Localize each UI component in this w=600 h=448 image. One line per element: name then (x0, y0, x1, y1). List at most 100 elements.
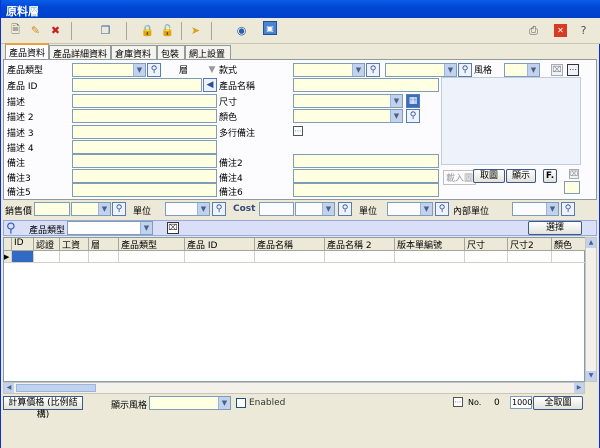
scroll-left-icon[interactable]: ◀ (4, 383, 14, 393)
column-header[interactable]: 尺寸2 (508, 238, 552, 251)
filter-category-select[interactable]: ▼ (67, 221, 153, 235)
chevron-down-icon[interactable]: ▼ (197, 203, 209, 215)
sale-price-field[interactable] (34, 202, 70, 216)
unit-select[interactable]: ▼ (165, 202, 210, 216)
size-select[interactable]: ▼ (293, 94, 403, 108)
vertical-scrollbar[interactable]: ▲ ▼ (585, 237, 597, 382)
record-nav-icon[interactable]: ⋯ (453, 397, 463, 407)
desc2-field[interactable] (72, 109, 217, 123)
scroll-down-icon[interactable]: ▼ (586, 371, 596, 381)
scroll-right-icon[interactable]: ▶ (574, 383, 584, 393)
style-variant-select[interactable]: ▼ (385, 63, 457, 77)
chevron-down-icon[interactable]: ▼ (98, 203, 110, 215)
chevron-down-icon[interactable]: ▼ (140, 222, 152, 234)
remark5-field[interactable] (72, 183, 217, 197)
chevron-down-icon[interactable]: ▼ (390, 95, 402, 107)
tab-product-details[interactable]: 產品詳細資料 (49, 45, 111, 60)
layer-dropdown-icon[interactable]: ▼ (205, 64, 219, 78)
chevron-down-icon[interactable]: ▼ (218, 397, 230, 409)
tab-warehouse[interactable]: 倉庫資料 (111, 45, 157, 60)
cost-currency-select[interactable]: ▼ (295, 202, 335, 216)
lock-icon[interactable]: 🔒 (139, 22, 156, 39)
desc3-field[interactable] (72, 125, 217, 139)
product-id-field[interactable] (72, 78, 202, 92)
remark4-field[interactable] (293, 169, 439, 183)
close-record-icon[interactable]: ✕ (554, 24, 567, 37)
column-header[interactable]: 工資 (60, 238, 89, 251)
all-images-button[interactable]: 全取圖 (533, 396, 583, 410)
table-cell[interactable] (255, 251, 325, 263)
unit2-select[interactable]: ▼ (387, 202, 433, 216)
column-header[interactable]: 顏色 (552, 238, 586, 251)
unit-search-icon[interactable]: ⚲ (212, 202, 226, 216)
table-cell[interactable] (34, 251, 60, 263)
table-cell-selected[interactable] (12, 251, 34, 263)
cost-field[interactable] (259, 202, 294, 216)
column-header[interactable]: 產品類型 (119, 238, 185, 251)
sale-price-currency-select[interactable]: ▼ (71, 202, 111, 216)
remark2-field[interactable] (293, 154, 439, 168)
color-search-icon[interactable]: ⚲ (406, 109, 420, 123)
more-style-icon[interactable]: ⋯ (567, 64, 579, 76)
column-header[interactable]: 產品 ID (185, 238, 255, 251)
product-id-back-icon[interactable]: ◀ (203, 78, 217, 92)
table-cell[interactable] (325, 251, 395, 263)
chevron-down-icon[interactable]: ▼ (420, 203, 432, 215)
tab-product-info[interactable]: 產品資料 (5, 43, 49, 60)
table-cell[interactable] (185, 251, 255, 263)
table-cell[interactable] (465, 251, 508, 263)
table-cell[interactable] (60, 251, 89, 263)
clear-style-icon[interactable]: ⌧ (551, 64, 563, 76)
multiline-remark-edit-icon[interactable]: ⋯ (293, 126, 303, 136)
help-icon[interactable]: ? (575, 22, 592, 39)
internal-unit-select[interactable]: ▼ (512, 202, 559, 216)
calc-price-button[interactable]: 計算價格 (比例結構) (3, 396, 83, 420)
image-clear-icon[interactable]: ⌧ (569, 169, 579, 179)
tab-online-settings[interactable]: 網上設置 (185, 45, 231, 60)
save-icon[interactable]: ◉ (233, 22, 250, 39)
column-header[interactable]: 產品名稱 2 (325, 238, 395, 251)
column-header[interactable]: 尺寸 (465, 238, 508, 251)
tab-packaging[interactable]: 包裝 (157, 45, 185, 60)
chevron-down-icon[interactable]: ▼ (390, 110, 402, 122)
image-f-button[interactable]: F. (543, 169, 557, 183)
table-cell[interactable] (89, 251, 119, 263)
print-icon[interactable]: ⎙ (525, 22, 542, 39)
folder-icon[interactable]: ➤ (187, 22, 204, 39)
chevron-down-icon[interactable]: ▼ (546, 203, 558, 215)
product-category-select[interactable]: ▼ (72, 63, 146, 77)
cost-search-icon[interactable]: ⚲ (338, 202, 352, 216)
import-image-button[interactable]: 載入圖 (443, 170, 477, 185)
filter-clear-icon[interactable]: ⌧ (167, 222, 179, 234)
enabled-checkbox[interactable] (236, 398, 246, 408)
table-cell[interactable] (552, 251, 586, 263)
horizontal-scrollbar[interactable]: ◀ ▶ (3, 382, 585, 394)
style-variant-search-icon[interactable]: ⚲ (458, 63, 472, 77)
column-header[interactable]: ID (12, 238, 34, 251)
chevron-down-icon[interactable]: ▼ (322, 203, 334, 215)
display-style-select[interactable]: ▼ (149, 396, 231, 410)
product-grid[interactable]: ID 認證 工資 層 產品類型 產品 ID 產品名稱 產品名稱 2 版本單編號 … (3, 237, 586, 382)
edit-icon[interactable]: ✎ (27, 22, 44, 39)
show-image-button[interactable]: 顯示 (506, 169, 536, 183)
cancel-image-button[interactable]: 取圖 (473, 169, 505, 183)
delete-icon[interactable]: ✖ (47, 22, 64, 39)
internal-unit-search-icon[interactable]: ⚲ (561, 202, 575, 216)
style-format-select[interactable]: ▼ (504, 63, 540, 77)
style-search-icon[interactable]: ⚲ (366, 63, 380, 77)
image-icon[interactable]: ▣ (263, 21, 277, 35)
column-header[interactable]: 層 (89, 238, 119, 251)
product-name-field[interactable] (293, 78, 439, 92)
chevron-down-icon[interactable]: ▼ (352, 64, 364, 76)
new-icon[interactable]: 🗎 (7, 22, 24, 39)
chevron-down-icon[interactable]: ▼ (133, 64, 145, 76)
table-cell[interactable] (395, 251, 465, 263)
product-category-search-icon[interactable]: ⚲ (147, 63, 161, 77)
chevron-down-icon[interactable]: ▼ (444, 64, 456, 76)
column-header[interactable]: 認證 (34, 238, 60, 251)
desc-field[interactable] (72, 94, 217, 108)
size-grid-icon[interactable]: ▦ (406, 94, 420, 108)
copy-icon[interactable]: ❐ (97, 22, 114, 39)
color-select[interactable]: ▼ (293, 109, 403, 123)
select-button[interactable]: 選擇 (528, 221, 582, 235)
